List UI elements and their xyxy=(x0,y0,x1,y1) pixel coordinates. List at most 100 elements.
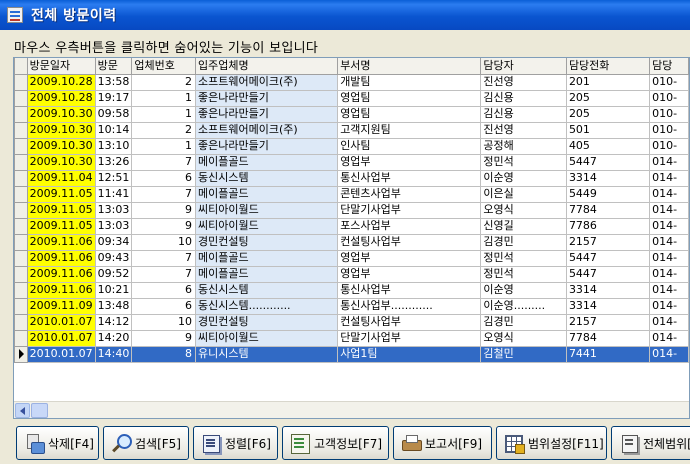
row-indicator[interactable] xyxy=(14,89,28,107)
cell-visit-time[interactable]: 14:40 xyxy=(94,345,133,363)
cell-visit-time[interactable]: 19:17 xyxy=(94,89,133,107)
cell-company-name[interactable]: 동신시스템 xyxy=(194,281,339,299)
cell-department[interactable]: 통신사업부 xyxy=(337,281,482,299)
cell-department[interactable]: 사업1팀 xyxy=(337,345,482,363)
cell-visit-time[interactable]: 09:58 xyxy=(94,105,133,123)
cell-company-number[interactable]: 9 xyxy=(131,201,196,219)
cell-contact-person[interactable]: 이은실 xyxy=(480,185,567,203)
table-row[interactable]: 2009.10.30 09:58 1 좋은나라만들기 영업팀 김신용 205 010- xyxy=(14,105,689,123)
row-indicator[interactable] xyxy=(14,345,28,363)
table-row[interactable]: 2009.10.30 13:26 7 메이플골드 영업부 정민석 5447 014- xyxy=(14,153,689,171)
cell-department[interactable]: 포스사업부 xyxy=(337,217,482,235)
cell-contact-mobile[interactable]: 014- xyxy=(649,201,689,219)
cell-company-name[interactable]: 유니시스템 xyxy=(194,345,339,363)
cell-visit-date[interactable]: 2009.11.05 xyxy=(26,185,96,203)
cell-company-number[interactable]: 6 xyxy=(131,297,196,315)
cell-department[interactable]: 개발팀 xyxy=(337,73,482,91)
cell-visit-time[interactable]: 13:03 xyxy=(94,217,133,235)
cell-department[interactable]: 단말기사업부 xyxy=(337,329,482,347)
cell-contact-person[interactable]: 김경민 xyxy=(480,313,567,331)
cell-company-number[interactable]: 10 xyxy=(131,313,196,331)
cell-contact-person[interactable]: 김철민 xyxy=(480,345,567,363)
cell-contact-phone[interactable]: 405 xyxy=(565,137,651,155)
cell-company-number[interactable]: 8 xyxy=(131,345,196,363)
cell-contact-mobile[interactable]: 010- xyxy=(649,89,689,107)
cell-company-name[interactable]: 메이플골드 xyxy=(194,153,339,171)
cell-contact-mobile[interactable]: 014- xyxy=(649,265,689,283)
scroll-left-button[interactable] xyxy=(15,403,30,418)
cell-visit-date[interactable]: 2010.01.07 xyxy=(26,313,96,331)
cell-contact-person[interactable]: 진선영 xyxy=(480,73,567,91)
cell-department[interactable]: 영업팀 xyxy=(337,89,482,107)
row-indicator[interactable] xyxy=(14,249,28,267)
cell-department[interactable]: 콘텐츠사업부 xyxy=(337,185,482,203)
row-indicator[interactable] xyxy=(14,153,28,171)
cell-visit-time[interactable]: 13:03 xyxy=(94,201,133,219)
cell-company-number[interactable]: 9 xyxy=(131,329,196,347)
cell-company-name[interactable]: 경민컨설팅 xyxy=(194,233,339,251)
cell-department[interactable]: 영업팀 xyxy=(337,105,482,123)
row-indicator[interactable] xyxy=(14,73,28,91)
cell-company-name[interactable]: 소프트웨어메이크(주) xyxy=(194,121,339,139)
table-row[interactable]: 2009.11.06 09:52 7 메이플골드 영업부 정민석 5447 014- xyxy=(14,265,689,283)
cell-company-number[interactable]: 10 xyxy=(131,233,196,251)
cell-contact-phone[interactable]: 7784 xyxy=(565,201,651,219)
cell-company-name[interactable]: 씨티아이월드 xyxy=(194,217,339,235)
cell-contact-person[interactable]: 김신용 xyxy=(480,105,567,123)
cell-contact-mobile[interactable]: 014- xyxy=(649,233,689,251)
table-row[interactable]: 2009.10.28 19:17 1 좋은나라만들기 영업팀 김신용 205 010- xyxy=(14,89,689,107)
cell-company-number[interactable]: 7 xyxy=(131,185,196,203)
cell-contact-phone[interactable]: 3314 xyxy=(565,297,651,315)
table-row[interactable]: 2010.01.07 14:20 9 씨티아이월드 단말기사업부 오영식 7784 014- xyxy=(14,329,689,347)
cell-contact-phone[interactable]: 3314 xyxy=(565,169,651,187)
column-header-department[interactable]: 부서명 xyxy=(337,58,482,75)
cell-department[interactable]: 영업부 xyxy=(337,153,482,171)
cell-contact-mobile[interactable]: 014- xyxy=(649,185,689,203)
row-indicator[interactable] xyxy=(14,105,28,123)
cell-contact-mobile[interactable]: 014- xyxy=(649,249,689,267)
cell-contact-phone[interactable]: 5447 xyxy=(565,265,651,283)
all-range-button[interactable]: 전체범위[ xyxy=(611,426,690,460)
cell-contact-phone[interactable]: 2157 xyxy=(565,313,651,331)
cell-company-name[interactable]: 메이플골드 xyxy=(194,265,339,283)
cell-contact-mobile[interactable]: 010- xyxy=(649,105,689,123)
column-header-visit-date[interactable]: 방문일자 xyxy=(26,58,96,75)
table-row[interactable]: 2009.10.28 13:58 2 소프트웨어메이크(주) 개발팀 진선영 201 010- xyxy=(14,73,689,91)
cell-contact-mobile[interactable]: 014- xyxy=(649,153,689,171)
cell-contact-person[interactable]: 공정해 xyxy=(480,137,567,155)
cell-contact-mobile[interactable]: 010- xyxy=(649,73,689,91)
cell-contact-person[interactable]: 이순영 xyxy=(480,169,567,187)
cell-visit-date[interactable]: 2010.01.07 xyxy=(26,345,96,363)
cell-contact-phone[interactable]: 205 xyxy=(565,105,651,123)
horizontal-scrollbar[interactable] xyxy=(14,401,689,418)
cell-company-name[interactable]: 씨티아이월드 xyxy=(194,201,339,219)
cell-visit-date[interactable]: 2009.11.06 xyxy=(26,265,96,283)
cell-company-number[interactable]: 1 xyxy=(131,105,196,123)
cell-contact-phone[interactable]: 5449 xyxy=(565,185,651,203)
row-indicator[interactable] xyxy=(14,169,28,187)
cell-visit-time[interactable]: 14:20 xyxy=(94,329,133,347)
row-indicator[interactable] xyxy=(14,297,28,315)
cell-contact-mobile[interactable]: 014- xyxy=(649,169,689,187)
row-indicator[interactable] xyxy=(14,233,28,251)
cell-visit-date[interactable]: 2009.10.28 xyxy=(26,89,96,107)
cell-department[interactable]: 영업부 xyxy=(337,265,482,283)
cell-contact-phone[interactable]: 201 xyxy=(565,73,651,91)
cell-company-name[interactable]: 좋은나라만들기 xyxy=(194,137,339,155)
cell-contact-mobile[interactable]: 014- xyxy=(649,329,689,347)
cell-contact-phone[interactable]: 7786 xyxy=(565,217,651,235)
cell-visit-time[interactable]: 13:26 xyxy=(94,153,133,171)
cell-visit-date[interactable]: 2010.01.07 xyxy=(26,329,96,347)
cell-company-number[interactable]: 6 xyxy=(131,169,196,187)
table-row[interactable]: 2009.11.04 12:51 6 동신시스템 통신사업부 이순영 3314 014- xyxy=(14,169,689,187)
cell-company-number[interactable]: 6 xyxy=(131,281,196,299)
cell-contact-mobile[interactable]: 014- xyxy=(649,297,689,315)
cell-department[interactable]: 컨설팅사업부 xyxy=(337,313,482,331)
column-header-visit-time[interactable]: 방문 xyxy=(94,58,133,75)
cell-visit-date[interactable]: 2009.11.05 xyxy=(26,217,96,235)
cell-department[interactable]: 컨설팅사업부 xyxy=(337,233,482,251)
cell-company-name[interactable]: 좋은나라만들기 xyxy=(194,89,339,107)
cell-contact-person[interactable]: 김경민 xyxy=(480,233,567,251)
cell-visit-time[interactable]: 10:21 xyxy=(94,281,133,299)
table-row[interactable]: 2009.11.05 13:03 9 씨티아이월드 포스사업부 신영길 7786 014- xyxy=(14,217,689,235)
